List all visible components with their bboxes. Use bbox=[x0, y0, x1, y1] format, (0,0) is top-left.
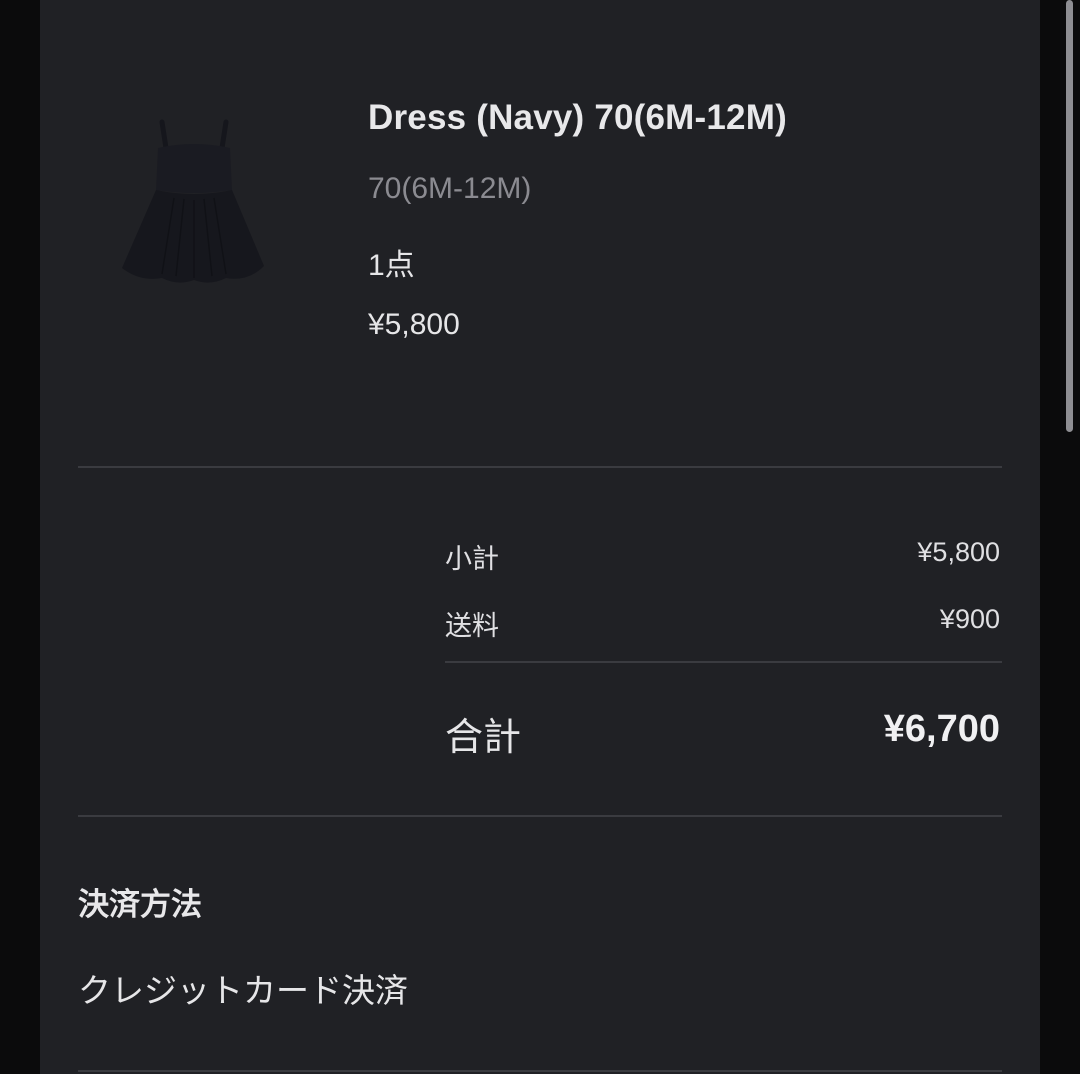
product-variant: 70(6M-12M) bbox=[368, 172, 532, 205]
section-divider bbox=[78, 815, 1002, 817]
payment-heading: 決済方法 bbox=[78, 887, 202, 922]
navy-dress-image bbox=[122, 119, 264, 283]
section-divider bbox=[78, 1070, 1002, 1072]
payment-method: クレジットカード決済 bbox=[78, 972, 408, 1009]
product-quantity: 1点 bbox=[368, 249, 415, 282]
subtotal-label: 小計 bbox=[445, 544, 499, 574]
product-title: Dress (Navy) 70(6M-12M) bbox=[368, 98, 787, 137]
subtotal-value: ¥5,800 bbox=[917, 537, 1000, 567]
total-value: ¥6,700 bbox=[883, 708, 1000, 750]
scrollbar-track[interactable] bbox=[1040, 0, 1080, 1074]
total-label: 合計 bbox=[445, 717, 522, 759]
product-image bbox=[114, 118, 274, 290]
shipping-label: 送料 bbox=[445, 611, 499, 641]
total-divider bbox=[445, 661, 1002, 663]
section-divider bbox=[78, 466, 1002, 468]
product-price: ¥5,800 bbox=[368, 308, 460, 341]
shipping-value: ¥900 bbox=[939, 604, 1000, 634]
scrollbar-thumb[interactable] bbox=[1066, 0, 1073, 432]
